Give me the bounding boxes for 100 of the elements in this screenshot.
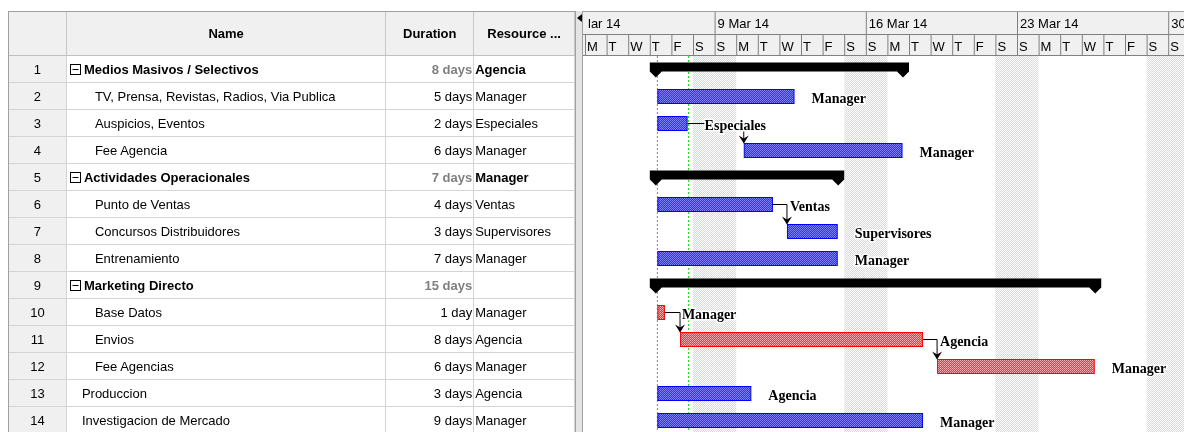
resource-name: Manager (475, 250, 527, 266)
task-name: Entrenamiento (94, 250, 180, 266)
day-label: S (1019, 39, 1028, 54)
task-name: Punto de Ventas (94, 196, 191, 212)
row-number: 13 (9, 380, 67, 406)
left-arrow-icon[interactable] (576, 14, 582, 22)
duration-value: 3 days (433, 385, 473, 401)
dependency-arrow (772, 204, 792, 225)
task-name: Fee Agencia (94, 142, 168, 158)
day-label: W (630, 39, 643, 54)
collapse-icon[interactable] (69, 171, 81, 183)
row-number: 14 (9, 407, 67, 432)
row-number: 6 (9, 191, 67, 217)
resource-name: Manager (475, 169, 529, 185)
resource-name: Supervisores (475, 223, 552, 239)
day-label: F (975, 39, 984, 54)
resource-name: Agencia (475, 61, 526, 77)
resource-label: Agencia (940, 333, 989, 349)
day-label: F (673, 39, 682, 54)
task-bar[interactable] (657, 197, 773, 212)
row-number: 11 (9, 326, 67, 352)
day-label: T (803, 39, 811, 54)
day-label: M (738, 39, 750, 54)
day-label: S (997, 39, 1007, 54)
row-number: 12 (9, 353, 67, 379)
day-label: S (1170, 39, 1179, 54)
week-label: 9 Mar 14 (717, 16, 769, 31)
duration-value: 9 days (433, 412, 473, 428)
resource-name: Ventas (475, 196, 515, 212)
row-number: 10 (9, 299, 67, 325)
duration-value: 6 days (433, 142, 473, 158)
task-name: Fee Agencias (94, 358, 174, 374)
resource-label: Manager (919, 144, 974, 160)
day-label: T (651, 39, 660, 54)
resource-label: Agencia (768, 387, 817, 403)
critical-task-bar[interactable] (937, 359, 1095, 374)
duration-value: 1 day (440, 304, 473, 320)
day-label: W (1083, 39, 1097, 54)
duration-value: 3 days (433, 223, 473, 239)
week-label: 23 Mar 14 (1020, 16, 1079, 31)
task-name: Produccion (81, 385, 147, 401)
row-number: 1 (9, 56, 67, 82)
day-label: W (781, 39, 794, 54)
task-name: Concursos Distribuidores (94, 223, 241, 239)
resource-label: Manager (811, 90, 866, 106)
column-header[interactable]: Name (66, 12, 387, 55)
resource-label: Supervisores (854, 225, 932, 241)
task-bar[interactable] (786, 224, 838, 239)
day-label: S (867, 39, 877, 54)
row-number: 4 (9, 137, 67, 163)
day-label: T (608, 39, 617, 54)
task-name: TV, Prensa, Revistas, Radios, Via Publica (94, 88, 336, 104)
summary-bar[interactable] (649, 62, 909, 78)
day-label: M (889, 39, 901, 54)
resource-label: Manager (854, 252, 910, 268)
critical-task-bar[interactable] (680, 332, 924, 347)
resource-name: Manager (475, 304, 527, 320)
task-name: Marketing Directo (83, 277, 194, 293)
resource-label: Manager (1111, 360, 1167, 376)
resource-name: Manager (475, 88, 527, 104)
resource-name: Manager (475, 358, 527, 374)
task-name: Envios (94, 331, 134, 347)
resource-name: Especiales (475, 115, 539, 131)
duration-value: 8 days (431, 61, 473, 77)
day-label: T (759, 39, 768, 54)
collapse-icon[interactable] (69, 279, 81, 291)
duration-value: 5 days (433, 88, 473, 104)
day-label: F (1127, 39, 1135, 54)
week-label: 16 Mar 14 (868, 16, 928, 31)
task-bar[interactable] (743, 143, 903, 158)
summary-bar[interactable] (649, 170, 845, 186)
summary-bar[interactable] (649, 278, 1102, 294)
resource-name: Manager (475, 142, 527, 158)
task-bar[interactable] (657, 251, 838, 266)
row-number: 7 (9, 218, 67, 244)
critical-task-bar[interactable] (657, 305, 665, 320)
resource-name: Agencia (475, 331, 523, 347)
task-bar[interactable] (657, 386, 752, 401)
collapse-icon[interactable] (69, 63, 81, 75)
row-number: 8 (9, 245, 67, 271)
task-bar[interactable] (657, 413, 924, 428)
duration-value: 2 days (433, 115, 473, 131)
task-name: Investigacion de Mercado (81, 412, 231, 428)
task-bar[interactable] (657, 116, 688, 131)
row-number: 9 (9, 272, 67, 298)
resource-name: Manager (475, 412, 527, 428)
day-label: M (1040, 39, 1052, 54)
day-label: M (587, 39, 598, 54)
resource-label: Ventas (789, 198, 830, 214)
day-label: T (1062, 39, 1071, 54)
row-number: 5 (9, 164, 67, 190)
day-label: S (716, 39, 726, 54)
day-label: F (824, 39, 833, 54)
row-number: 2 (9, 83, 67, 109)
task-bar[interactable] (657, 89, 795, 104)
resource-name: Agencia (475, 385, 523, 401)
task-name: Base Datos (94, 304, 163, 320)
column-header[interactable]: Duration (386, 12, 475, 55)
duration-value: 15 days (424, 277, 473, 293)
resource-label: Manager (681, 306, 737, 322)
